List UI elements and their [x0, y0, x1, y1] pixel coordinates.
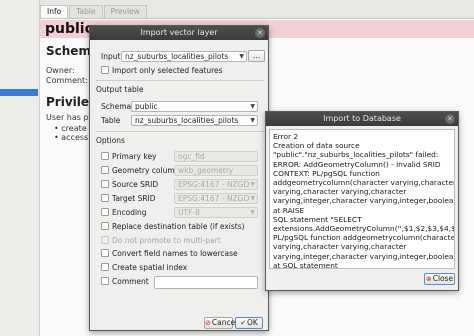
- close-button[interactable]: ⊗Close: [424, 273, 455, 285]
- table-label: Table: [101, 116, 121, 125]
- primary-key-checkbox[interactable]: [101, 152, 109, 160]
- chevron-down-icon: ▼: [250, 195, 255, 202]
- comment-checkbox[interactable]: [101, 277, 109, 285]
- message-text: Error 2 Creation of data source "public"…: [269, 129, 455, 269]
- import-vector-layer-dialog: Import vector layer ✕ Input nz_suburbs_l…: [89, 25, 269, 331]
- options-label: Options: [96, 136, 125, 145]
- spatial-index-label: Create spatial index: [112, 263, 188, 272]
- spatial-index-checkbox[interactable]: [101, 263, 109, 271]
- comment-label: Comment:: [46, 76, 88, 85]
- lowercase-label: Convert field names to lowercase: [112, 249, 238, 258]
- lowercase-checkbox[interactable]: [101, 249, 109, 257]
- info-tabs: Info Table Preview: [40, 5, 148, 18]
- table-combo[interactable]: nz_suburbs_localities_pilots ▼: [131, 115, 258, 126]
- close-icon[interactable]: ✕: [445, 114, 455, 124]
- source-srid-combo[interactable]: EPSG:4167 - NZGD ▼: [174, 179, 258, 190]
- source-srid-label: Source SRID: [112, 180, 159, 189]
- geometry-column-field[interactable]: wkb_geometry: [174, 165, 258, 176]
- cancel-button[interactable]: ⊘Cancel: [204, 317, 237, 329]
- tab-preview[interactable]: Preview: [103, 5, 147, 18]
- encoding-combo[interactable]: UTF-8 ▼: [174, 207, 258, 218]
- chevron-down-icon: ▼: [250, 103, 255, 110]
- browse-button[interactable]: ...: [248, 50, 265, 62]
- encoding-label: Encoding: [112, 208, 147, 217]
- tab-info[interactable]: Info: [40, 5, 69, 18]
- only-selected-checkbox[interactable]: [101, 66, 109, 74]
- source-srid-checkbox[interactable]: [101, 180, 109, 188]
- encoding-checkbox[interactable]: [101, 208, 109, 216]
- primary-key-label: Primary key: [112, 152, 157, 161]
- chevron-down-icon: ▼: [250, 181, 255, 188]
- geometry-column-label: Geometry column: [112, 166, 180, 175]
- import-to-database-message: Import to Database ✕ Error 2 Creation of…: [265, 111, 459, 291]
- geometry-column-checkbox[interactable]: [101, 166, 109, 174]
- message-titlebar: Import to Database ✕: [266, 112, 458, 126]
- chevron-down-icon: ▼: [239, 53, 244, 60]
- ok-button[interactable]: ✔OK: [235, 317, 263, 329]
- dialog-title: Import vector layer: [140, 28, 218, 37]
- target-srid-label: Target SRID: [112, 194, 156, 203]
- schema-label: Schema: [101, 102, 132, 111]
- input-label: Input: [101, 52, 121, 61]
- output-table-label: Output table: [96, 85, 144, 94]
- dialog-titlebar: Import vector layer ✕: [90, 26, 268, 40]
- target-srid-checkbox[interactable]: [101, 194, 109, 202]
- cancel-icon: ⊘: [205, 319, 211, 327]
- browser-tree-panel: [0, 0, 40, 336]
- comment-input[interactable]: [154, 276, 258, 289]
- close-circle-icon: ⊗: [425, 275, 432, 283]
- no-multipart-label: Do not promote to multi-part: [112, 236, 221, 245]
- replace-table-label: Replace destination table (if exists): [112, 222, 245, 231]
- selected-tree-item[interactable]: [0, 89, 38, 96]
- input-combo[interactable]: nz_suburbs_localities_pilots ▼: [121, 51, 247, 62]
- replace-table-checkbox[interactable]: [101, 222, 109, 230]
- primary-key-field[interactable]: ogc_fid: [174, 151, 258, 162]
- schema-combo[interactable]: public ▼: [131, 101, 258, 112]
- only-selected-label: Import only selected features: [112, 66, 223, 75]
- close-icon[interactable]: ✕: [255, 28, 265, 38]
- check-icon: ✔: [240, 319, 247, 327]
- owner-label: Owner:: [46, 66, 75, 75]
- tab-table[interactable]: Table: [69, 5, 103, 18]
- target-srid-combo[interactable]: EPSG:4167 - NZGD ▼: [174, 193, 258, 204]
- divider: [96, 80, 264, 81]
- comment-label: Comment: [112, 277, 149, 286]
- no-multipart-checkbox[interactable]: [101, 236, 109, 244]
- divider: [96, 131, 264, 132]
- chevron-down-icon: ▼: [250, 117, 255, 124]
- message-title: Import to Database: [323, 114, 401, 123]
- chevron-down-icon: ▼: [250, 209, 255, 216]
